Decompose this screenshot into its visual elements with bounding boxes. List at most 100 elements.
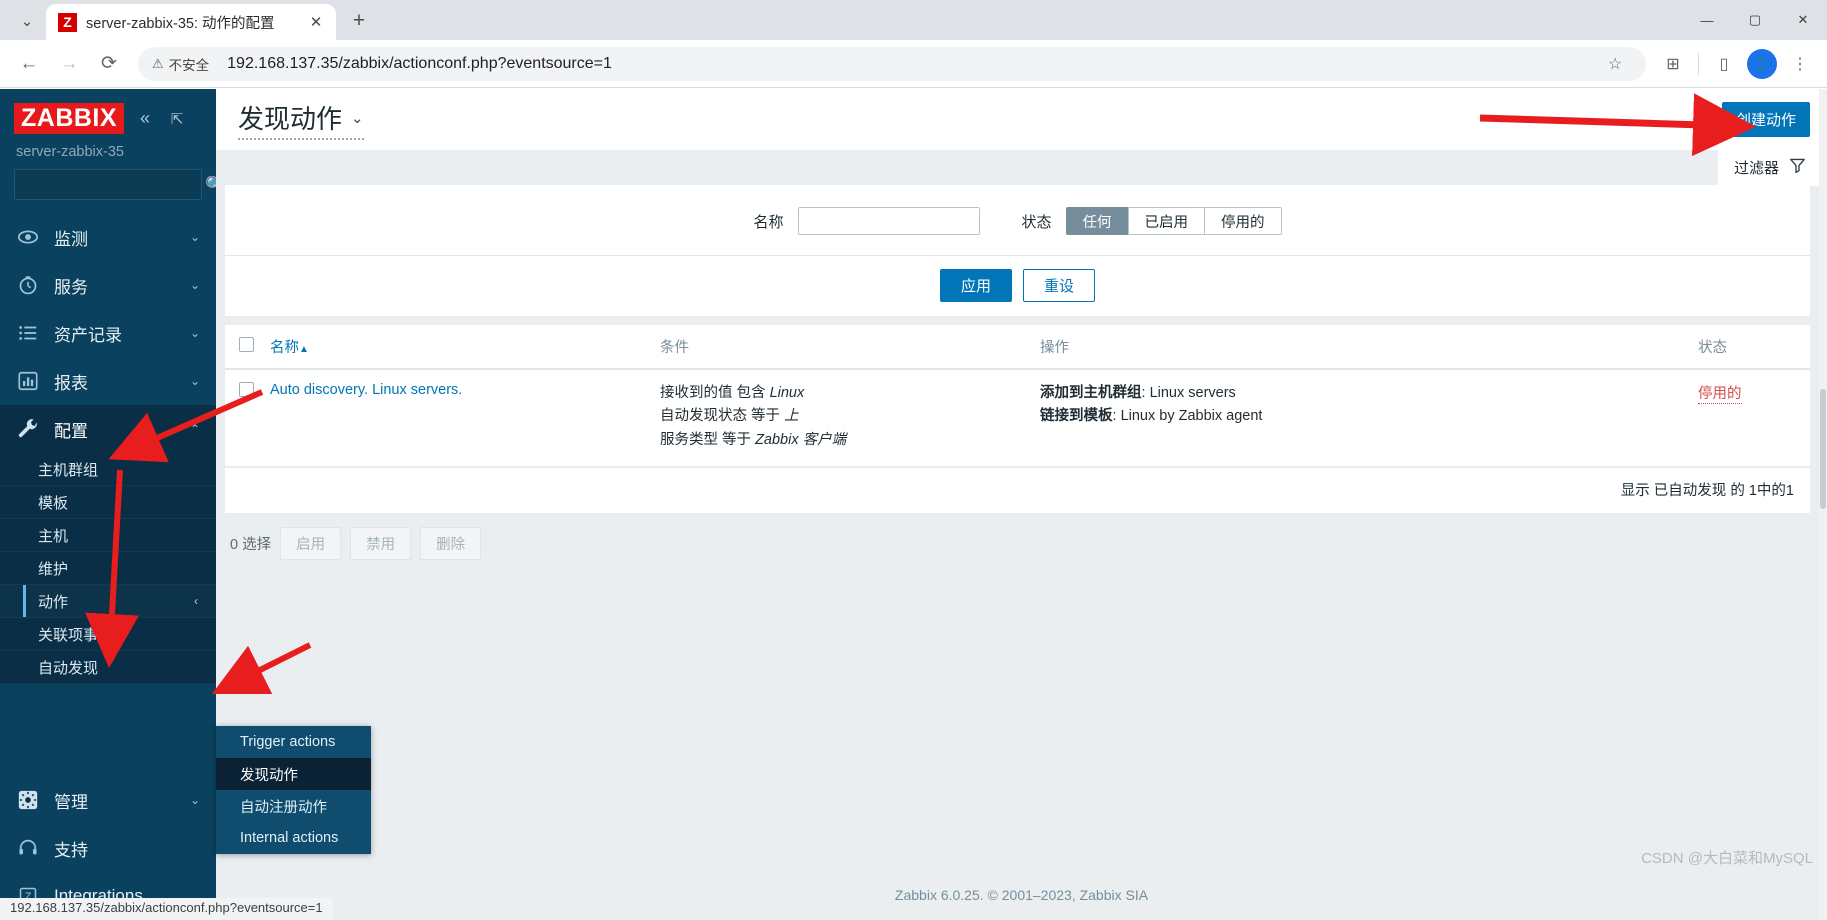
back-icon[interactable]: ← (10, 45, 48, 83)
chevron-down-icon: ⌄ (189, 374, 200, 389)
sidebar-label-reports: 报表 (54, 373, 88, 393)
collapse-sidebar-icon[interactable]: « (134, 108, 156, 130)
column-header-status[interactable]: 状态 (1690, 325, 1810, 370)
column-header-name[interactable]: 名称▲ (262, 325, 652, 370)
sidebar-item-event-correlation[interactable]: 关联项事件 (0, 618, 216, 652)
sidebar: ZABBIX « ⇱ server-zabbix-35 🔍 监测 ⌄ 服务 ⌄ … (0, 89, 225, 920)
sidebar-item-host-groups[interactable]: 主机群组 (0, 453, 216, 487)
actions-flyout-menu: Trigger actions 发现动作 自动注册动作 Internal act… (216, 726, 371, 854)
sidebar-item-monitoring[interactable]: 监测 ⌄ (0, 213, 216, 261)
sidebar-item-actions[interactable]: 动作 ‹ (0, 585, 216, 619)
filter-name-label: 名称 (753, 213, 784, 231)
create-action-button[interactable]: 创建动作 (1721, 102, 1810, 137)
close-icon[interactable]: ✕ (306, 12, 326, 32)
footer-copyright: Zabbix 6.0.25. © 2001–2023, Zabbix SIA (894, 887, 1149, 903)
sidebar-sublabel-discovery: 自动发现 (38, 659, 99, 677)
select-all-checkbox[interactable] (239, 337, 254, 352)
list-icon (16, 321, 40, 345)
hide-sidebar-icon[interactable]: ⇱ (166, 108, 188, 130)
reset-button[interactable]: 重设 (1023, 269, 1096, 302)
browser-menu-icon[interactable]: ⋮ (1783, 47, 1817, 81)
filter-tab[interactable]: 过滤器 (1717, 150, 1820, 186)
action-name-link[interactable]: Auto discovery. Linux servers. (270, 382, 462, 398)
delete-button[interactable]: 删除 (420, 527, 482, 561)
profile-avatar[interactable]: 👤 (1747, 48, 1777, 79)
sidebar-item-reports[interactable]: 报表 ⌄ (0, 357, 216, 405)
tab-strip: ⌄ Z server-zabbix-35: 动作的配置 ✕ + — ▢ ✕ (0, 0, 1827, 40)
filter-row: 名称 状态 任何 已启用 停用的 (225, 207, 1810, 255)
sidebar-item-discovery[interactable]: 自动发现 (0, 651, 216, 685)
sidebar-item-inventory[interactable]: 资产记录 ⌄ (0, 309, 216, 357)
wrench-icon (16, 417, 40, 441)
bookmark-star-icon[interactable]: ☆ (1598, 47, 1632, 81)
sidebar-search[interactable]: 🔍 (14, 169, 225, 201)
page-body: ZABBIX « ⇱ server-zabbix-35 🔍 监测 ⌄ 服务 ⌄ … (0, 89, 1827, 920)
filter-status-any[interactable]: 任何 (1065, 207, 1129, 235)
maximize-icon[interactable]: ▢ (1731, 0, 1779, 40)
browser-tab[interactable]: Z server-zabbix-35: 动作的配置 ✕ (46, 4, 336, 40)
column-header-conditions: 条件 (652, 325, 1032, 370)
watermark: CSDN @大白菜和MySQL (1641, 850, 1813, 867)
page-title-text: 发现动作 (238, 104, 343, 134)
sidebar-item-templates[interactable]: 模板 (0, 486, 216, 520)
select-all-header[interactable] (225, 325, 262, 370)
sidebar-sublabel-event-correlation: 关联项事件 (38, 626, 114, 644)
row-conditions-cell: 接收到的值 包含 Linux 自动发现状态 等于 上 服务类型 等于 Zabbi… (652, 369, 1032, 468)
side-panel-icon[interactable]: ▯ (1707, 47, 1741, 81)
sidebar-item-configuration[interactable]: 配置 ⌃ (0, 405, 216, 454)
disable-button[interactable]: 禁用 (350, 527, 412, 561)
sidebar-item-administration[interactable]: 管理 ⌄ (0, 776, 216, 824)
extensions-icon[interactable]: ⊞ (1656, 47, 1690, 81)
column-header-operations: 操作 (1032, 325, 1690, 370)
browser-status-bar: 192.168.137.35/zabbix/actionconf.php?eve… (0, 898, 333, 920)
sort-caret-icon: ▲ (299, 344, 309, 355)
flyout-item-autoregistration-actions[interactable]: 自动注册动作 (216, 790, 371, 822)
window-close-icon[interactable]: ✕ (1779, 0, 1827, 40)
filter-status-radio-group: 任何 已启用 停用的 (1065, 207, 1282, 235)
enable-button[interactable]: 启用 (280, 527, 342, 561)
status-badge[interactable]: 停用的 (1698, 382, 1742, 404)
sidebar-item-services[interactable]: 服务 ⌄ (0, 261, 216, 309)
table-head: 名称▲ 条件 操作 状态 (225, 325, 1810, 370)
table-footer: 显示 已自动发现 的 1中的1 (225, 467, 1810, 514)
tab-search-chevron-icon[interactable]: ⌄ (8, 5, 46, 37)
filter-icon[interactable] (1789, 157, 1806, 179)
scrollbar-thumb[interactable] (1820, 389, 1826, 509)
new-tab-button[interactable]: + (342, 4, 376, 38)
flyout-item-discovery-actions[interactable]: 发现动作 (216, 758, 371, 790)
chevron-down-icon: ⌄ (189, 278, 200, 293)
minimize-icon[interactable]: — (1683, 0, 1731, 40)
browser-window: ⌄ Z server-zabbix-35: 动作的配置 ✕ + — ▢ ✕ ← … (0, 0, 1827, 920)
filter-name-input[interactable] (797, 207, 980, 235)
sidebar-subnav: 主机群组 模板 主机 维护 动作 ‹ 关联项事件 自动发现 (0, 453, 216, 685)
sidebar-item-hosts[interactable]: 主机 (0, 519, 216, 553)
not-secure-badge[interactable]: ⚠ 不安全 (152, 54, 218, 74)
forward-icon[interactable]: → (50, 45, 88, 83)
apply-button[interactable]: 应用 (939, 269, 1012, 302)
sidebar-item-maintenance[interactable]: 维护 (0, 552, 216, 586)
sidebar-sublabel-templates: 模板 (38, 494, 69, 512)
content-area: 过滤器 名称 状态 任何 已启用 停用的 应用 重设 名称▲ 条件 操作 状态 … (216, 150, 1827, 920)
page-title[interactable]: 发现动作 ⌄ (238, 99, 364, 140)
chevron-down-icon[interactable]: ⌄ (351, 109, 364, 127)
row-select-cell[interactable] (225, 369, 262, 468)
flyout-item-internal-actions[interactable]: Internal actions (216, 822, 371, 854)
sidebar-item-support[interactable]: 支持 (0, 824, 216, 872)
condition-text: 服务类型 等于 (660, 431, 756, 448)
selected-count-label: 0 选择 (230, 537, 272, 554)
clock-icon (16, 273, 40, 297)
search-input[interactable] (24, 176, 205, 193)
filter-status-disabled[interactable]: 停用的 (1204, 207, 1282, 235)
operation-value: Linux by Zabbix agent (1120, 408, 1263, 425)
flyout-item-trigger-actions[interactable]: Trigger actions (216, 726, 371, 758)
address-bar[interactable]: ⚠ 不安全 192.168.137.35/zabbix/actionconf.p… (138, 46, 1646, 81)
filter-status-enabled[interactable]: 已启用 (1127, 207, 1206, 235)
headset-icon (16, 836, 40, 860)
row-checkbox[interactable] (239, 382, 254, 397)
sidebar-label-inventory: 资产记录 (54, 325, 122, 345)
condition-line: 服务类型 等于 Zabbix 客户端 (660, 429, 1024, 452)
page-scrollbar[interactable] (1819, 89, 1827, 920)
toolbar-divider (1698, 52, 1699, 75)
url-text: 192.168.137.35/zabbix/actionconf.php?eve… (227, 54, 612, 72)
reload-icon[interactable]: ⟳ (90, 45, 128, 83)
